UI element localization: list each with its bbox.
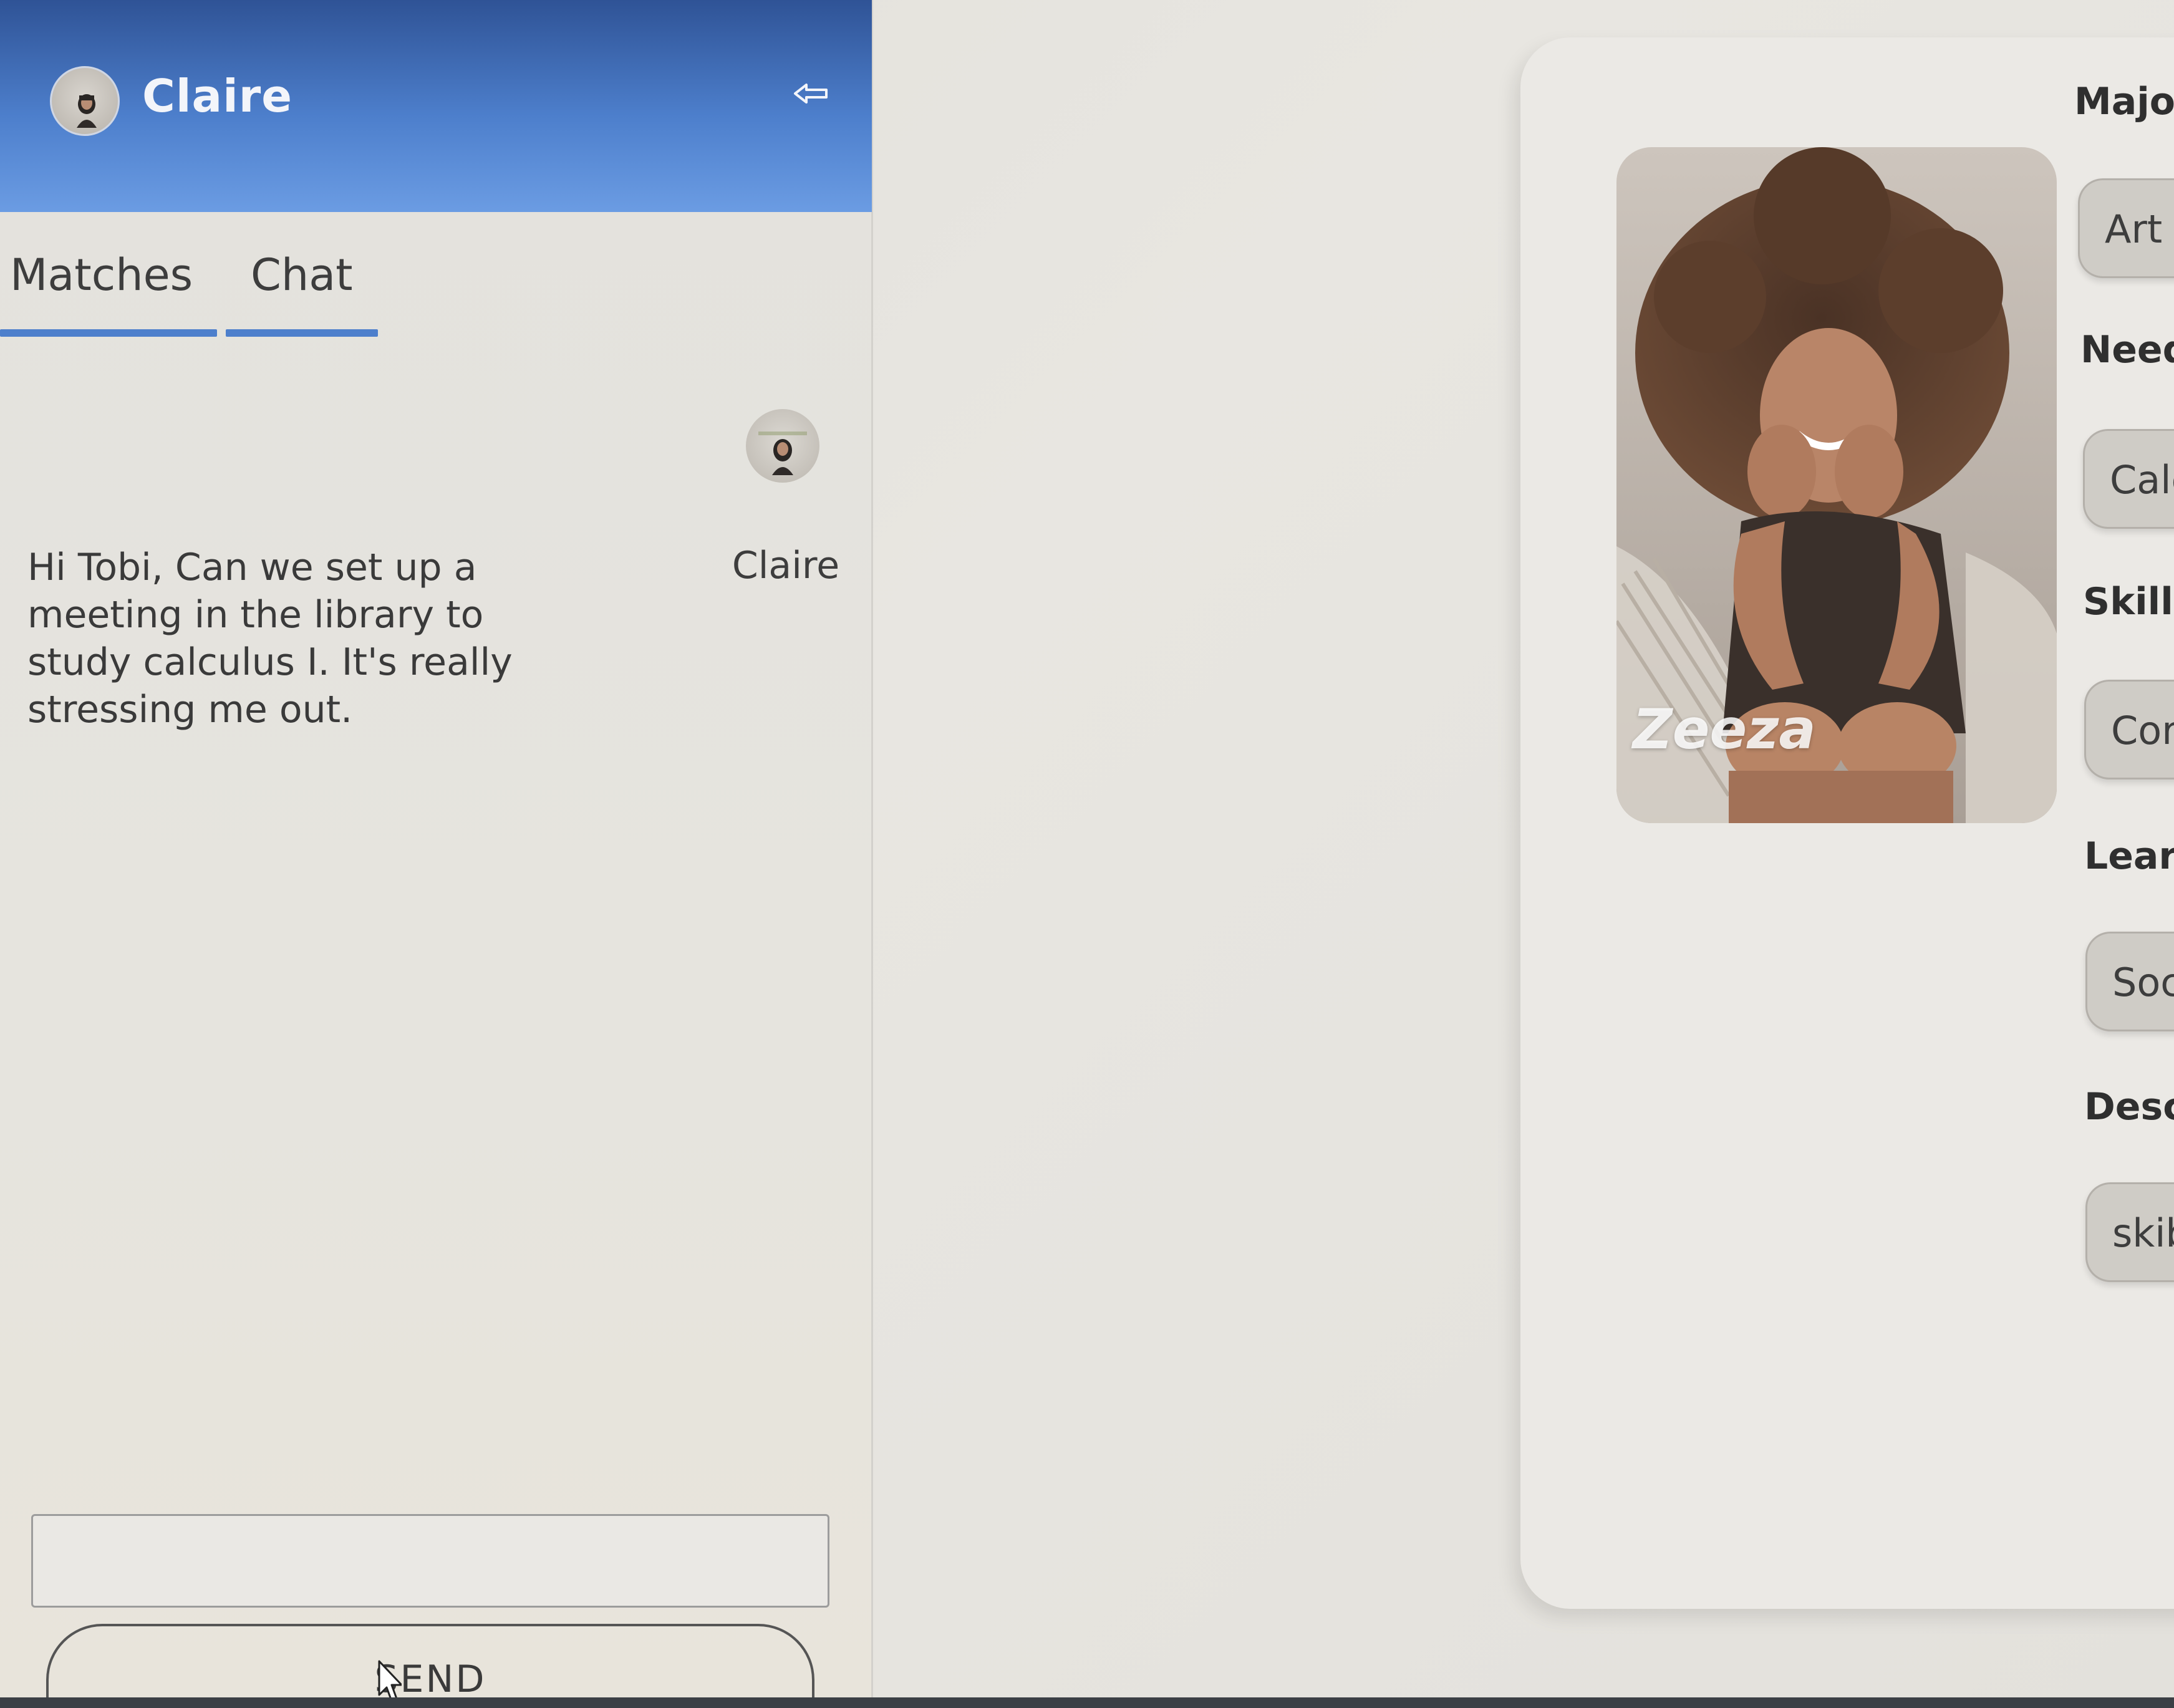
field-value-need[interactable]: Calc xyxy=(2083,429,2174,529)
field-label-description: Desc xyxy=(2084,1085,2174,1129)
chat-panel: Claire Matches Chat Claire Hi Tobi, Can … xyxy=(0,0,873,1708)
avatar-portrait-icon xyxy=(758,432,807,475)
bottom-bar xyxy=(0,1697,2174,1708)
field-label-skill: Skill xyxy=(2083,580,2173,624)
field-value-description[interactable]: skib xyxy=(2085,1182,2174,1282)
field-label-major: Major xyxy=(2074,80,2174,123)
message-avatar xyxy=(746,409,819,483)
field-value-major-text: Art xyxy=(2105,206,2163,252)
field-label-learn: Lear xyxy=(2084,834,2174,878)
send-button-label: SEND xyxy=(374,1657,486,1701)
field-value-learn-text: Soc xyxy=(2112,960,2174,1005)
tab-matches-indicator xyxy=(0,329,217,337)
message-text: Hi Tobi, Can we set up a meeting in the … xyxy=(27,546,513,731)
back-arrow-icon[interactable] xyxy=(791,76,832,111)
field-label-need: Need xyxy=(2080,328,2174,372)
profile-name: Zeeza xyxy=(1633,697,1816,761)
field-value-learn[interactable]: Soc xyxy=(2085,932,2174,1031)
avatar[interactable] xyxy=(50,66,120,136)
field-value-description-text: skib xyxy=(2112,1210,2174,1256)
message-sender-name: Claire xyxy=(732,544,840,587)
tab-matches-label: Matches xyxy=(10,249,193,301)
field-value-major[interactable]: Art xyxy=(2078,178,2174,278)
chat-header: Claire xyxy=(0,0,872,212)
app-root: Claire Matches Chat Claire Hi Tobi, Can … xyxy=(0,0,2174,1708)
tab-chat[interactable]: Chat xyxy=(226,243,378,337)
field-value-skill[interactable]: Cor xyxy=(2084,680,2174,779)
tab-chat-indicator xyxy=(226,329,378,337)
tab-matches[interactable]: Matches xyxy=(0,243,218,337)
tab-chat-label: Chat xyxy=(251,249,353,301)
message-input[interactable] xyxy=(31,1514,829,1608)
send-button[interactable]: SEND xyxy=(46,1624,814,1708)
header-contact-name: Claire xyxy=(142,70,293,122)
field-value-need-text: Calc xyxy=(2110,457,2174,503)
avatar-portrait-icon xyxy=(77,94,97,128)
field-value-skill-text: Cor xyxy=(2111,708,2174,753)
